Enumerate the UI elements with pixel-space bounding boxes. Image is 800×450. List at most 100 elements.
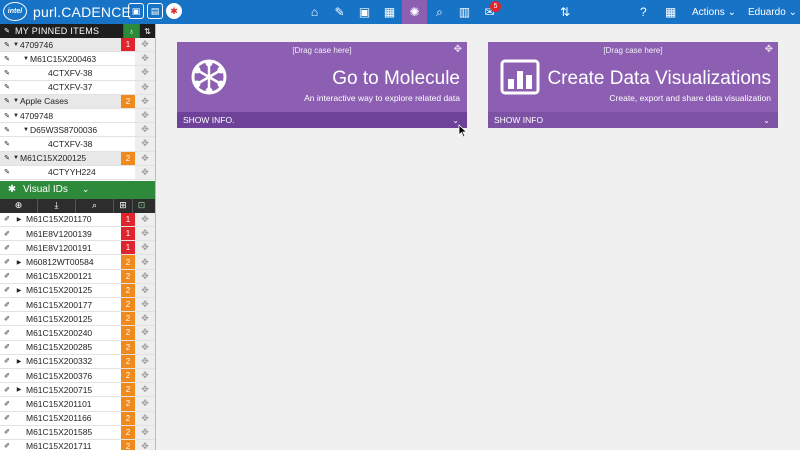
home-icon[interactable]: ⌂	[302, 0, 327, 24]
search-icon[interactable]: ⌕	[76, 198, 114, 213]
pinned-tree-item[interactable]: ✎ 4CTXFV-38 ✥	[0, 66, 155, 81]
pin-icon[interactable]: ✎	[2, 140, 12, 148]
move-icon[interactable]: ✥	[135, 38, 155, 52]
visual-id-row[interactable]: ✐ M61C15X200121 2 ✥	[0, 269, 155, 284]
caret-right-icon[interactable]: ▶	[15, 287, 23, 294]
visual-id-row[interactable]: ✐ M61C15X201711 2 ✥	[0, 439, 155, 450]
pinned-tree-item[interactable]: ✎ ▼ M61C15X200125 2 ✥	[0, 151, 155, 166]
visual-id-row[interactable]: ✐ ▶ M61C15X200125 2 ✥	[0, 283, 155, 298]
chevron-down-icon[interactable]: ⌄	[763, 116, 770, 125]
move-icon[interactable]: ✥	[135, 368, 155, 383]
visual-id-row[interactable]: ✐ ▶ M61C15X201170 1 ✥	[0, 212, 155, 228]
move-icon[interactable]: ✥	[135, 151, 155, 165]
pin-icon[interactable]: ✎	[2, 55, 12, 63]
caret-right-icon[interactable]: ▶	[15, 216, 23, 223]
visual-id-row[interactable]: ✐ M61C15X200177 2 ✥	[0, 298, 155, 313]
move-icon[interactable]: ✥	[135, 312, 155, 326]
visual-id-row[interactable]: ✐ M61C15X201101 2 ✥	[0, 397, 155, 412]
pinned-tree-item[interactable]: ✎ ▼ 4709748 ✥	[0, 108, 155, 124]
visual-id-row[interactable]: ✐ ▶ M60812WT00584 2 ✥	[0, 255, 155, 270]
move-icon[interactable]: ✥	[135, 411, 155, 425]
pin-outline-icon[interactable]: ✐	[2, 301, 12, 309]
pin-outline-icon[interactable]: ✐	[2, 357, 12, 365]
bug-icon[interactable]: ✱	[166, 3, 182, 19]
pin-outline-icon[interactable]: ✐	[2, 414, 12, 422]
download-icon[interactable]: ⤓	[38, 198, 76, 213]
pin-icon[interactable]: ✎	[2, 41, 12, 49]
move-icon[interactable]: ✥	[135, 212, 155, 227]
visual-id-row[interactable]: ✐ M61C15X201585 2 ✥	[0, 425, 155, 440]
move-icon[interactable]: ✥	[135, 241, 155, 255]
move-icon[interactable]: ✥	[135, 354, 155, 368]
pinned-tree-item[interactable]: ✎ 4CTXFV-38 ✥	[0, 137, 155, 152]
visual-id-row[interactable]: ✐ M61E8V1200191 1 ✥	[0, 241, 155, 256]
visual-id-row[interactable]: ✐ ▶ M61C15X200332 2 ✥	[0, 354, 155, 369]
visual-id-row[interactable]: ✐ M61E8V1200139 1 ✥	[0, 227, 155, 242]
wrench-icon[interactable]: ✎	[327, 0, 352, 24]
move-icon[interactable]: ✥	[135, 326, 155, 340]
move-icon[interactable]: ✥	[135, 52, 155, 66]
pin-outline-icon[interactable]: ✐	[2, 442, 12, 450]
move-icon[interactable]: ✥	[454, 44, 462, 55]
move-icon[interactable]: ✥	[135, 255, 155, 269]
move-icon[interactable]: ✥	[135, 269, 155, 283]
move-icon[interactable]: ✥	[135, 108, 155, 123]
sync-icon[interactable]: ⇅	[560, 0, 570, 24]
pinned-tree-item[interactable]: ✎ ▼ D65W3S8700036 ✥	[0, 123, 155, 138]
pin-outline-icon[interactable]: ✐	[2, 244, 12, 252]
move-icon[interactable]: ✥	[765, 44, 773, 55]
move-icon[interactable]: ✥	[135, 298, 155, 312]
caret-right-icon[interactable]: ▶	[15, 259, 23, 266]
pin-icon[interactable]: ✎	[2, 168, 12, 176]
move-icon[interactable]: ✥	[135, 425, 155, 439]
notifications-icon[interactable]: ✉ 5	[477, 0, 502, 24]
pin-outline-icon[interactable]: ✐	[2, 329, 12, 337]
pinned-tree-item[interactable]: ✎ 4CTXFV-37 ✥	[0, 80, 155, 95]
report-icon[interactable]: ▦	[377, 0, 402, 24]
sort-icon[interactable]: ⇅	[139, 24, 155, 38]
caret-right-icon[interactable]: ▶	[15, 358, 23, 365]
pinned-tree-item[interactable]: ✎ ▼ Apple Cases 2 ✥	[0, 94, 155, 109]
pin-outline-icon[interactable]: ✐	[2, 343, 12, 351]
pin-outline-icon[interactable]: ✐	[2, 286, 12, 294]
pinned-tree-item[interactable]: ✎ ▼ M61C15X200463 ✥	[0, 52, 155, 67]
show-info-toggle[interactable]: SHOW INFO. ⌄	[177, 112, 467, 128]
visual-id-row[interactable]: ✐ M61C15X201166 2 ✥	[0, 411, 155, 426]
pinned-tree-item[interactable]: ✎ ▼ 4709746 1 ✥	[0, 38, 155, 53]
pin-outline-icon[interactable]: ✐	[2, 272, 12, 280]
chip-board-icon[interactable]: ▤	[147, 3, 163, 19]
move-icon[interactable]: ✥	[135, 165, 155, 179]
caret-down-icon[interactable]: ▼	[22, 56, 30, 62]
caret-right-icon[interactable]: ▶	[15, 386, 23, 393]
pin-outline-icon[interactable]: ✐	[2, 372, 12, 380]
pin-icon[interactable]: ✎	[2, 83, 12, 91]
visual-id-row[interactable]: ✐ M61C15X200125 2 ✥	[0, 312, 155, 327]
move-icon[interactable]: ✥	[135, 340, 155, 354]
move-icon[interactable]: ✥	[135, 227, 155, 241]
help-icon[interactable]: ?	[640, 0, 647, 24]
document-icon[interactable]: ▥	[452, 0, 477, 24]
pin-outline-icon[interactable]: ✐	[2, 230, 12, 238]
show-info-toggle[interactable]: SHOW INFO ⌄	[488, 112, 778, 128]
chip-nav-icon[interactable]: ▣	[352, 0, 377, 24]
caret-down-icon[interactable]: ▼	[12, 155, 20, 161]
caret-down-icon[interactable]: ▼	[12, 113, 20, 119]
actions-menu[interactable]: Actions ⌄	[692, 0, 736, 24]
pin-icon[interactable]: ✎	[2, 112, 12, 120]
move-icon[interactable]: ✥	[135, 66, 155, 80]
add-icon[interactable]: ⊕	[0, 198, 38, 213]
move-icon[interactable]: ✥	[135, 123, 155, 137]
folder-sync-icon[interactable]: ⊡	[133, 199, 150, 213]
chip-icon[interactable]: ▣	[128, 3, 144, 19]
go-to-molecule-card[interactable]: [Drag case here] ✥ Go to Molecule An int…	[177, 42, 467, 128]
visual-id-row[interactable]: ✐ M61C15X200285 2 ✥	[0, 340, 155, 355]
pin-outline-icon[interactable]: ✐	[2, 386, 12, 394]
move-icon[interactable]: ✥	[135, 439, 155, 450]
pin-outline-icon[interactable]: ✐	[2, 400, 12, 408]
pin-outline-icon[interactable]: ✐	[2, 428, 12, 436]
pin-outline-icon[interactable]: ✐	[2, 315, 12, 323]
pin-icon[interactable]: ✎	[2, 126, 12, 134]
apps-grid-icon[interactable]: ▦	[665, 0, 676, 24]
app-title[interactable]: purl.CADENCE	[33, 4, 131, 20]
move-icon[interactable]: ✥	[135, 94, 155, 108]
